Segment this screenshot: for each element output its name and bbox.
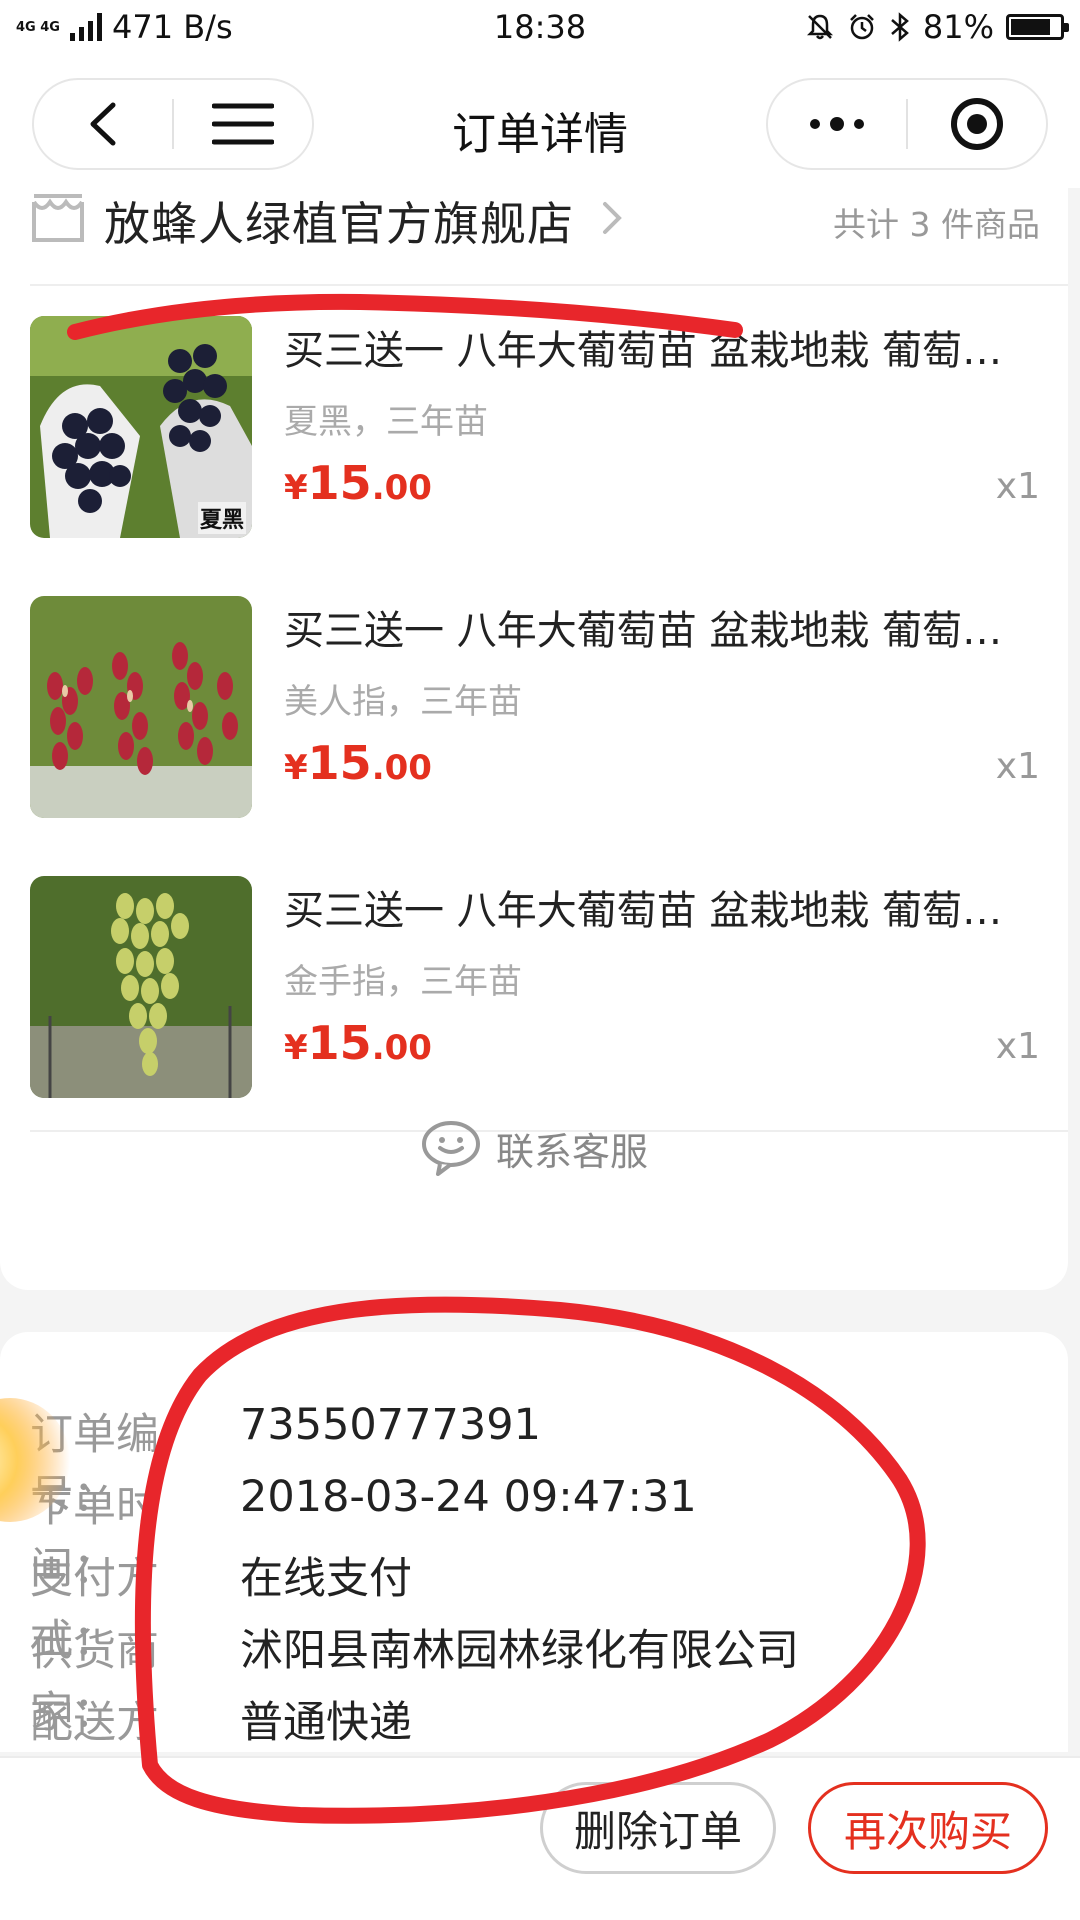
price-integer: 15 (307, 456, 372, 510)
customer-service-smile-icon (421, 1121, 480, 1176)
battery-percent: 81% (922, 8, 994, 46)
product-image (30, 596, 252, 818)
divider (30, 284, 1068, 286)
bluetooth-icon (891, 12, 909, 42)
store-header[interactable]: 放蜂人绿植官方旗舰店 共计 3 件商品 (30, 188, 1040, 288)
screen: 4G 4G 471 B/s 18:38 81% 订单详情 放蜂人绿植官方旗舰店 … (0, 0, 1080, 1920)
list-item[interactable]: 夏黑 买三送一 八年大葡萄苗 盆栽地栽 葡萄… 夏黑，三年苗 ¥15.00 x1 (30, 316, 1040, 538)
product-price: ¥15.00 (284, 736, 432, 790)
product-title: 买三送一 八年大葡萄苗 盆栽地栽 葡萄… (284, 328, 1003, 374)
target-circle-icon (951, 98, 1003, 150)
price-currency: ¥ (284, 468, 308, 508)
status-bar: 4G 4G 471 B/s 18:38 81% (0, 0, 1080, 58)
price-currency: ¥ (284, 1028, 308, 1068)
bottom-action-bar: 删除订单 再次购买 (0, 1756, 1080, 1920)
product-quantity: x1 (995, 466, 1040, 507)
price-decimal: .00 (371, 1028, 432, 1068)
price-decimal: .00 (371, 748, 432, 788)
product-title: 买三送一 八年大葡萄苗 盆栽地栽 葡萄… (284, 608, 1003, 654)
product-spec: 夏黑，三年苗 (284, 402, 488, 442)
store-name: 放蜂人绿植官方旗舰店 (104, 197, 574, 251)
product-image: 夏黑 (30, 316, 252, 538)
chevron-right-icon (603, 202, 622, 234)
price-currency: ¥ (284, 748, 308, 788)
floating-assistant-icon[interactable] (0, 1395, 70, 1525)
alarm-icon (849, 14, 874, 40)
product-quantity: x1 (995, 746, 1040, 787)
price-decimal: .00 (371, 468, 432, 508)
list-item[interactable]: 买三送一 八年大葡萄苗 盆栽地栽 葡萄… 美人指，三年苗 ¥15.00 x1 (30, 596, 1040, 818)
contact-service-button[interactable]: 联系客服 (0, 1108, 1068, 1188)
product-spec: 金手指，三年苗 (284, 962, 522, 1002)
image-caption: 夏黑 (197, 502, 246, 534)
order-items-card: 放蜂人绿植官方旗舰店 共计 3 件商品 夏黑 买三送一 八年大葡萄苗 盆栽地栽 … (0, 188, 1068, 1290)
product-price: ¥15.00 (284, 456, 432, 510)
more-dots-icon (810, 117, 864, 131)
buy-again-button[interactable]: 再次购买 (808, 1782, 1048, 1874)
store-icon (32, 194, 84, 242)
contact-service-label: 联系客服 (495, 1129, 648, 1174)
product-quantity: x1 (995, 1026, 1040, 1067)
more-button[interactable] (768, 80, 906, 168)
list-item[interactable]: 买三送一 八年大葡萄苗 盆栽地栽 葡萄… 金手指，三年苗 ¥15.00 x1 (30, 876, 1040, 1098)
price-integer: 15 (307, 736, 372, 790)
product-price: ¥15.00 (284, 1016, 432, 1070)
order-info-card: 订单编号： 73550777391 下单时间： 2018-03-24 09:47… (0, 1332, 1068, 1810)
product-image (30, 876, 252, 1098)
nav-bar: 订单详情 (0, 58, 1080, 188)
item-count: 共计 3 件商品 (833, 205, 1040, 244)
battery-icon (1006, 14, 1069, 40)
product-spec: 美人指，三年苗 (284, 682, 522, 722)
product-title: 买三送一 八年大葡萄苗 盆栽地栽 葡萄… (284, 888, 1003, 934)
price-integer: 15 (307, 1016, 372, 1070)
delete-order-button[interactable]: 删除订单 (540, 1782, 776, 1874)
close-miniprogram-button[interactable] (908, 80, 1046, 168)
battery-level-fill (1011, 19, 1050, 35)
mute-bell-icon (806, 14, 833, 40)
nav-capsule-right (766, 78, 1048, 170)
